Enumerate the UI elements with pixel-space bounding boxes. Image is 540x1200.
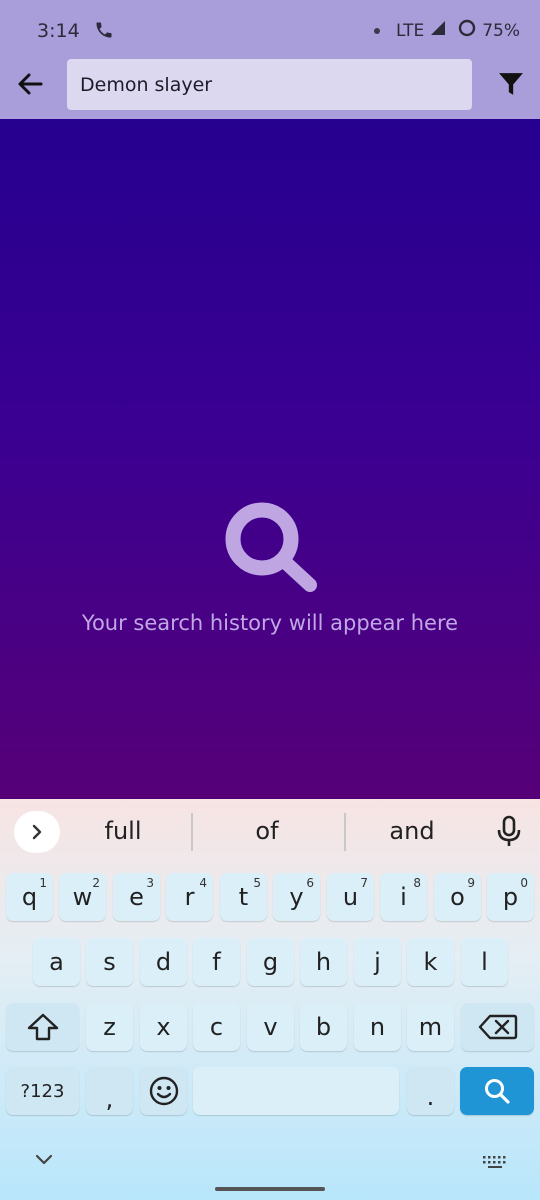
shift-icon (27, 1013, 58, 1041)
key-a[interactable]: a (33, 938, 80, 986)
key-t[interactable]: t5 (220, 873, 267, 921)
app-bar: Demon slayer (0, 52, 540, 119)
key-b[interactable]: b (300, 1003, 347, 1051)
search-history-area: Your search history will appear here (0, 119, 540, 799)
search-icon (225, 502, 317, 592)
suggestion-2[interactable]: of (192, 817, 342, 845)
key-e[interactable]: e3 (113, 873, 160, 921)
emoji-icon (149, 1076, 178, 1106)
key-y[interactable]: y6 (273, 873, 320, 921)
keyboard-switch-icon[interactable] (482, 1155, 508, 1169)
key-m[interactable]: m (407, 1003, 454, 1051)
key-p[interactable]: p0 (487, 873, 534, 921)
key-n[interactable]: n (354, 1003, 401, 1051)
status-time: 3:14 (37, 20, 80, 42)
key-hint: 4 (199, 876, 207, 890)
key-label: , (105, 1085, 114, 1113)
phone-call-icon (94, 20, 114, 44)
empty-state-message: Your search history will appear here (81, 611, 459, 635)
search-input-value: Demon slayer (80, 73, 213, 96)
period-key[interactable]: . (407, 1067, 454, 1115)
key-h[interactable]: h (300, 938, 347, 986)
arrow-left-icon (18, 73, 43, 95)
key-label: t (238, 883, 249, 911)
key-j[interactable]: j (354, 938, 401, 986)
backspace-key[interactable] (461, 1003, 534, 1051)
signal-icon (430, 20, 446, 41)
suggestion-3[interactable]: and (337, 817, 487, 845)
key-label: y (289, 883, 304, 911)
battery-saver-icon (458, 19, 476, 42)
key-l[interactable]: l (461, 938, 508, 986)
key-o[interactable]: o9 (434, 873, 481, 921)
back-button[interactable] (12, 66, 48, 102)
key-label: r (184, 883, 195, 911)
symbols-key[interactable]: ?123 (6, 1067, 79, 1115)
chevron-right-icon (32, 824, 42, 840)
filter-button[interactable] (496, 68, 526, 100)
key-s[interactable]: s (86, 938, 133, 986)
key-c[interactable]: c (193, 1003, 240, 1051)
space-key[interactable] (193, 1067, 399, 1115)
key-label: o (450, 883, 465, 911)
key-hint: 6 (306, 876, 314, 890)
status-bar: 3:14 LTE 75% (0, 0, 540, 60)
key-label: q (21, 883, 38, 911)
key-x[interactable]: x (140, 1003, 187, 1051)
key-label: u (342, 883, 359, 911)
key-q[interactable]: q1 (6, 873, 53, 921)
suggestion-1[interactable]: full (48, 817, 198, 845)
chevron-down-icon[interactable] (34, 1153, 54, 1167)
key-label: . (426, 1083, 435, 1111)
key-z[interactable]: z (86, 1003, 133, 1051)
key-f[interactable]: f (193, 938, 240, 986)
key-label: w (72, 883, 93, 911)
backspace-icon (478, 1014, 517, 1040)
key-hint: 1 (39, 876, 47, 890)
key-hint: 3 (146, 876, 154, 890)
search-key[interactable] (460, 1067, 534, 1115)
on-screen-keyboard: full of and q1 w2 e3 r4 t5 y6 u7 i8 o9 p… (0, 799, 540, 1200)
search-input[interactable]: Demon slayer (67, 59, 472, 110)
key-hint: 0 (520, 876, 528, 890)
search-icon (485, 1079, 510, 1104)
key-hint: 2 (92, 876, 100, 890)
key-hint: 9 (467, 876, 475, 890)
key-label: i (400, 883, 407, 911)
network-type: LTE (395, 20, 425, 41)
key-label: p (502, 883, 519, 911)
key-w[interactable]: w2 (59, 873, 106, 921)
microphone-icon[interactable] (494, 815, 524, 849)
key-hint: 7 (360, 876, 368, 890)
key-i[interactable]: i8 (380, 873, 427, 921)
key-d[interactable]: d (140, 938, 187, 986)
key-hint: 8 (413, 876, 421, 890)
suggestion-strip: full of and (0, 799, 540, 865)
key-hint: 5 (253, 876, 261, 890)
battery-percent: 75% (482, 20, 520, 41)
shift-key[interactable] (6, 1003, 79, 1051)
key-v[interactable]: v (247, 1003, 294, 1051)
emoji-key[interactable] (140, 1067, 187, 1115)
home-gesture-handle[interactable] (215, 1187, 325, 1191)
key-u[interactable]: u7 (327, 873, 374, 921)
filter-icon (499, 73, 523, 95)
key-g[interactable]: g (247, 938, 294, 986)
key-k[interactable]: k (407, 938, 454, 986)
key-label: e (129, 883, 144, 911)
key-r[interactable]: r4 (166, 873, 213, 921)
notification-dot-icon (373, 27, 380, 34)
comma-key[interactable]: , (86, 1067, 133, 1115)
